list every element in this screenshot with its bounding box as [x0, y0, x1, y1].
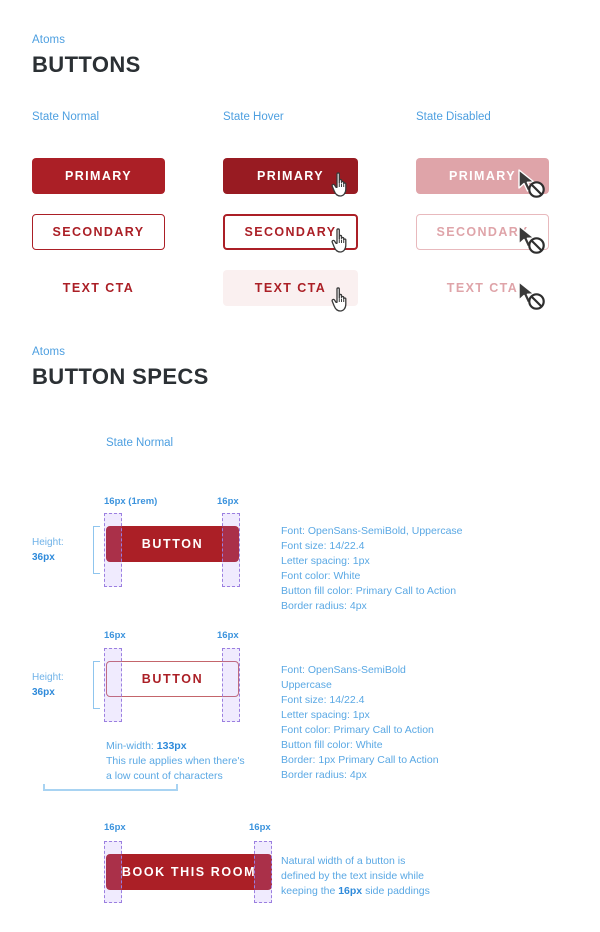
spec2-padding-overlay-right: [222, 648, 240, 722]
spec2-min-width-prefix: Min-width:: [106, 740, 157, 752]
spec2-height-label-text: Height:: [32, 672, 64, 683]
spec2-line-6: Button fill color: White: [281, 739, 383, 751]
spec1-line-3: Letter spacing: 1px: [281, 555, 370, 567]
spec1-description: Font: OpenSans-SemiBold, Uppercase Font …: [281, 524, 463, 614]
spec2-line-1: Font: OpenSans-SemiBold: [281, 664, 406, 676]
button-primary-normal[interactable]: PRIMARY: [32, 158, 165, 194]
button-text-cta-disabled: TEXT CTA: [446, 281, 519, 295]
spec2-min-width-value: 133px: [156, 740, 187, 752]
button-primary-disabled: PRIMARY: [416, 158, 549, 194]
spec3-padding-right-label: 16px: [249, 822, 271, 833]
design-spec-page: Atoms BUTTONS State Normal State Hover S…: [0, 0, 600, 932]
spec1-line-2: Font size: 14/22.4: [281, 540, 365, 552]
spec1-height-annotation: Height: 36px: [32, 535, 64, 565]
spec1-button-preview: BUTTON: [106, 526, 239, 562]
spec2-line-7: Border: 1px Primary Call to Action: [281, 754, 439, 766]
section-eyebrow-button-specs: Atoms: [32, 346, 66, 358]
column-label-state-disabled: State Disabled: [416, 111, 491, 123]
spec2-line-8: Border radius: 4px: [281, 769, 367, 781]
spec3-natural-width-note: Natural width of a button is defined by …: [281, 854, 461, 899]
spec2-line-5: Font color: Primary Call to Action: [281, 724, 434, 736]
spec3-button-preview: BOOK THIS ROOM: [106, 854, 272, 890]
column-label-state-normal: State Normal: [32, 111, 100, 123]
spec2-min-width-note: Min-width: 133px This rule applies when …: [106, 739, 276, 784]
page-title-button-specs: BUTTON SPECS: [32, 364, 209, 389]
spec1-height-value: 36px: [32, 552, 55, 563]
button-secondary-hover[interactable]: SECONDARY: [223, 214, 358, 250]
section-eyebrow-buttons: Atoms: [32, 34, 66, 46]
spec1-padding-left-label: 16px (1rem): [104, 496, 158, 507]
page-title-buttons: BUTTONS: [32, 52, 141, 77]
spec2-height-bracket: [93, 661, 100, 709]
column-label-state-hover: State Hover: [223, 111, 284, 123]
spec-state-label: State Normal: [106, 437, 174, 449]
button-text-cta-hover[interactable]: TEXT CTA: [223, 270, 358, 306]
spec2-button-preview: BUTTON: [106, 661, 239, 697]
spec3-note-line3-suffix: side paddings: [362, 885, 430, 897]
spec1-line-4: Font color: White: [281, 570, 361, 582]
spec1-padding-overlay-left: [104, 513, 122, 587]
spec2-description: Font: OpenSans-SemiBold Uppercase Font s…: [281, 663, 439, 783]
spec1-height-bracket: [93, 526, 100, 574]
spec1-padding-right-label: 16px: [217, 496, 239, 507]
spec3-note-line3-value: 16px: [338, 885, 363, 897]
spec1-line-6: Border radius: 4px: [281, 600, 367, 612]
spec3-padding-overlay-right: [254, 841, 272, 903]
spec3-note-line3-prefix: keeping the: [281, 885, 339, 897]
spec2-height-value: 36px: [32, 687, 55, 698]
spec2-padding-right-label: 16px: [217, 630, 239, 641]
spec2-height-annotation: Height: 36px: [32, 670, 64, 700]
spec2-min-width-ruler: [43, 784, 178, 791]
spec2-line-3: Font size: 14/22.4: [281, 694, 365, 706]
spec1-line-5: Button fill color: Primary Call to Actio…: [281, 585, 457, 597]
spec1-padding-overlay-right: [222, 513, 240, 587]
spec2-line-4: Letter spacing: 1px: [281, 709, 370, 721]
spec2-min-width-line2: This rule applies when there's: [106, 755, 245, 767]
button-text-cta-normal[interactable]: TEXT CTA: [32, 270, 165, 306]
spec2-padding-left-label: 16px: [104, 630, 126, 641]
spec2-min-width-line3: a low count of characters: [106, 770, 223, 782]
spec1-line-1: Font: OpenSans-SemiBold, Uppercase: [281, 525, 463, 537]
spec2-line-2: Uppercase: [281, 679, 332, 691]
spec3-note-line1: Natural width of a button is: [281, 855, 406, 867]
spec3-padding-overlay-left: [104, 841, 122, 903]
button-secondary-normal[interactable]: SECONDARY: [32, 214, 165, 250]
spec3-note-line2: defined by the text inside while: [281, 870, 425, 882]
spec3-padding-left-label: 16px: [104, 822, 126, 833]
spec2-padding-overlay-left: [104, 648, 122, 722]
spec1-height-label-text: Height:: [32, 537, 64, 548]
button-primary-hover[interactable]: PRIMARY: [223, 158, 358, 194]
button-secondary-disabled: SECONDARY: [416, 214, 549, 250]
